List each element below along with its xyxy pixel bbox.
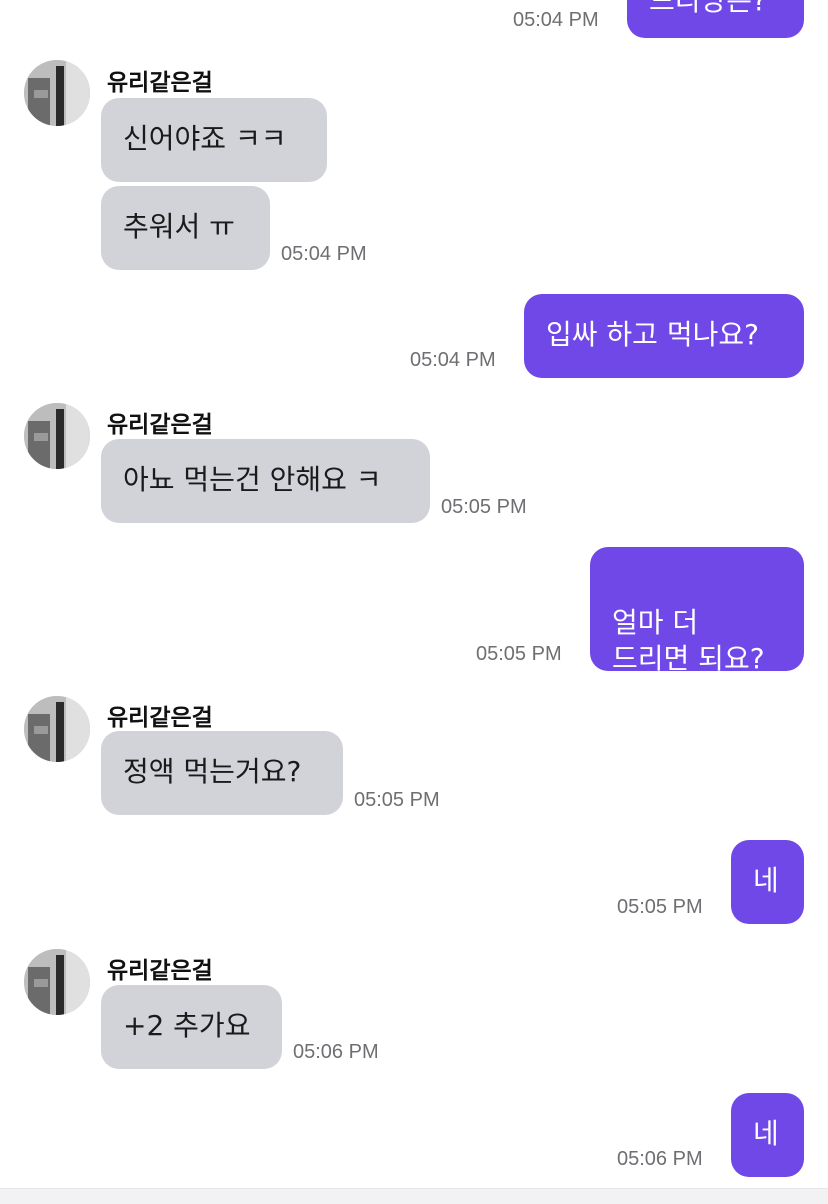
sender-name: 유리같은걸	[107, 705, 213, 731]
outgoing-message[interactable]: 네	[731, 840, 804, 924]
outgoing-message[interactable]: 입싸 하고 먹나요?	[524, 294, 804, 378]
message-time: 05:05 PM	[354, 789, 440, 811]
message-text: 추워서 ㅠ	[123, 210, 235, 243]
message-text: 드리냥은?	[649, 0, 767, 17]
contact-avatar[interactable]	[24, 696, 90, 762]
message-time: 05:05 PM	[617, 896, 703, 918]
outgoing-message[interactable]: 드리냥은?	[627, 0, 804, 38]
incoming-message[interactable]: 아뇨 먹는건 안해요 ㅋ	[101, 439, 430, 523]
message-text: 네	[753, 1117, 779, 1150]
sender-name: 유리같은걸	[107, 412, 213, 438]
chat-thread: 드리냥은? 05:04 PM 유리같은걸 신어야죠 ㅋㅋ 추워서 ㅠ 05:04…	[0, 0, 828, 1204]
message-time: 05:04 PM	[410, 349, 496, 371]
message-text: 신어야죠 ㅋㅋ	[123, 122, 287, 155]
composer-edge	[0, 1188, 828, 1204]
incoming-message[interactable]: 정액 먹는거요?	[101, 731, 343, 815]
message-text: 정액 먹는거요?	[123, 755, 302, 788]
message-text: 아뇨 먹는건 안해요 ㅋ	[123, 463, 382, 496]
message-time: 05:05 PM	[441, 496, 527, 518]
avatar-photo-icon	[24, 403, 90, 469]
message-time: 05:06 PM	[293, 1041, 379, 1063]
contact-avatar[interactable]	[24, 403, 90, 469]
message-text: +2 추가요	[123, 1009, 251, 1042]
message-text: 네	[753, 864, 779, 897]
avatar-photo-icon	[24, 949, 90, 1015]
incoming-message[interactable]: 추워서 ㅠ	[101, 186, 270, 270]
message-time: 05:05 PM	[476, 643, 562, 665]
message-time: 05:04 PM	[513, 9, 599, 31]
sender-name: 유리같은걸	[107, 958, 213, 984]
outgoing-message[interactable]: 네	[731, 1093, 804, 1177]
outgoing-message[interactable]: 얼마 더 드리면 되요?	[590, 547, 804, 675]
avatar-photo-icon	[24, 60, 90, 126]
sender-name: 유리같은걸	[107, 70, 213, 96]
message-text: 입싸 하고 먹나요?	[546, 318, 759, 351]
incoming-message[interactable]: +2 추가요	[101, 985, 282, 1069]
contact-avatar[interactable]	[24, 949, 90, 1015]
avatar-photo-icon	[24, 696, 90, 762]
message-time: 05:06 PM	[617, 1148, 703, 1170]
contact-avatar[interactable]	[24, 60, 90, 126]
message-text: 얼마 더 드리면 되요?	[612, 606, 765, 675]
message-time: 05:04 PM	[281, 243, 367, 265]
incoming-message[interactable]: 신어야죠 ㅋㅋ	[101, 98, 327, 182]
